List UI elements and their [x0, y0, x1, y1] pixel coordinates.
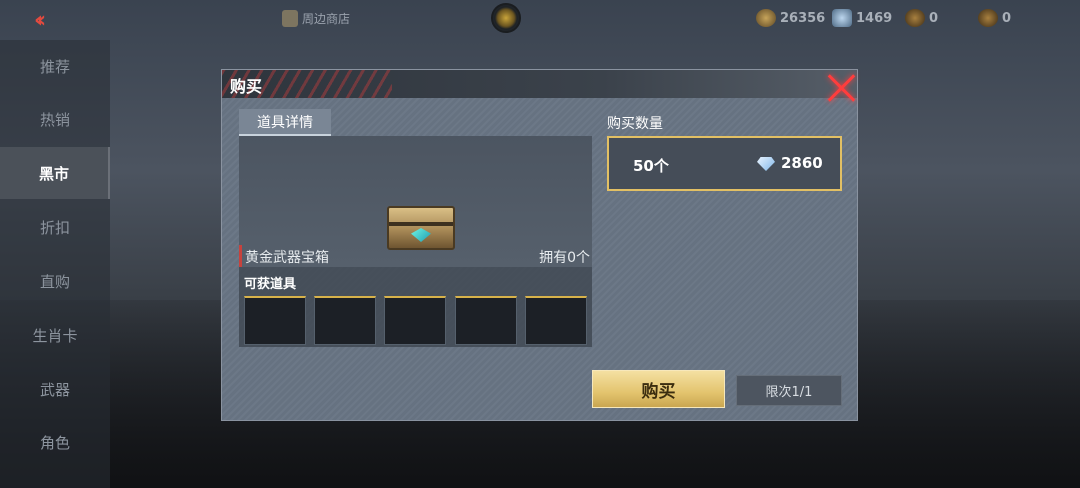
- sidebar-item-direct-buy[interactable]: 直购: [0, 255, 110, 307]
- price-value: 2860: [781, 154, 823, 172]
- sidebar-item-hot[interactable]: 热销: [0, 93, 110, 145]
- diamond-icon: [832, 9, 852, 27]
- center-emblem-icon[interactable]: [491, 3, 521, 33]
- tab-item-details[interactable]: 道具详情: [239, 109, 331, 136]
- reward-slot[interactable]: [244, 296, 306, 345]
- currency-value: 1469: [856, 10, 893, 26]
- close-icon[interactable]: [826, 72, 858, 104]
- item-name-row: 黄金武器宝箱 拥有0个: [239, 245, 592, 267]
- sidebar-item-black-market[interactable]: 黑市: [0, 147, 110, 199]
- currency-value: 26356: [780, 10, 826, 26]
- reward-slot[interactable]: [384, 296, 446, 345]
- top-bar: ‹‹ 周边商店 26356 1469 0 0: [0, 0, 1080, 40]
- sidebar-item-characters[interactable]: 角色: [0, 416, 110, 468]
- currency-gold[interactable]: 26356: [756, 9, 825, 27]
- badge-icon: [978, 9, 998, 27]
- currency-badge-1[interactable]: 0: [905, 9, 938, 27]
- obtainable-items-label: 可获道具: [244, 277, 297, 292]
- merch-shop-label: 周边商店: [302, 12, 351, 26]
- sidebar: 推荐 热销 黑市 折扣 直购 生肖卡 武器 角色: [0, 40, 110, 488]
- dialog-title: 购买: [230, 77, 263, 96]
- buy-button[interactable]: 购买: [592, 370, 725, 408]
- sidebar-item-zodiac-card[interactable]: 生肖卡: [0, 309, 110, 361]
- badge-icon: [905, 9, 925, 27]
- owned-count: 拥有0个: [539, 250, 590, 266]
- gold-coin-icon: [756, 9, 776, 27]
- back-chevron-icon[interactable]: ‹‹: [34, 8, 64, 33]
- dialog-header: 购买: [222, 70, 857, 98]
- treasure-chest-icon: [387, 206, 455, 250]
- currency-badge-2[interactable]: 0: [978, 9, 1011, 27]
- reward-slot[interactable]: [314, 296, 376, 345]
- currency-value: 0: [1002, 10, 1012, 26]
- item-name: 黄金武器宝箱: [245, 250, 329, 266]
- reward-slot[interactable]: [455, 296, 517, 345]
- merch-shop-link[interactable]: 周边商店: [282, 10, 350, 27]
- item-detail-panel: 黄金武器宝箱 拥有0个 可获道具: [239, 136, 592, 347]
- chest-gem: [411, 228, 431, 242]
- quantity-label: 购买数量: [607, 116, 663, 132]
- currency-diamond[interactable]: 1469: [832, 9, 892, 27]
- diamond-icon: [757, 157, 775, 171]
- sidebar-item-recommend[interactable]: 推荐: [0, 40, 110, 92]
- purchase-limit-badge: 限次1/1: [736, 375, 842, 406]
- sidebar-item-discount[interactable]: 折扣: [0, 201, 110, 253]
- currency-value: 0: [929, 10, 939, 26]
- purchase-dialog: 购买 道具详情 黄金武器宝箱 拥有0个 可获道具 购买数量 50个 2860 购…: [221, 69, 858, 421]
- quantity-value: 50个: [633, 157, 669, 175]
- sidebar-item-weapons[interactable]: 武器: [0, 363, 110, 415]
- shopping-bag-icon: [282, 10, 298, 27]
- quantity-option[interactable]: 50个 2860: [607, 136, 842, 191]
- reward-slot[interactable]: [525, 296, 587, 345]
